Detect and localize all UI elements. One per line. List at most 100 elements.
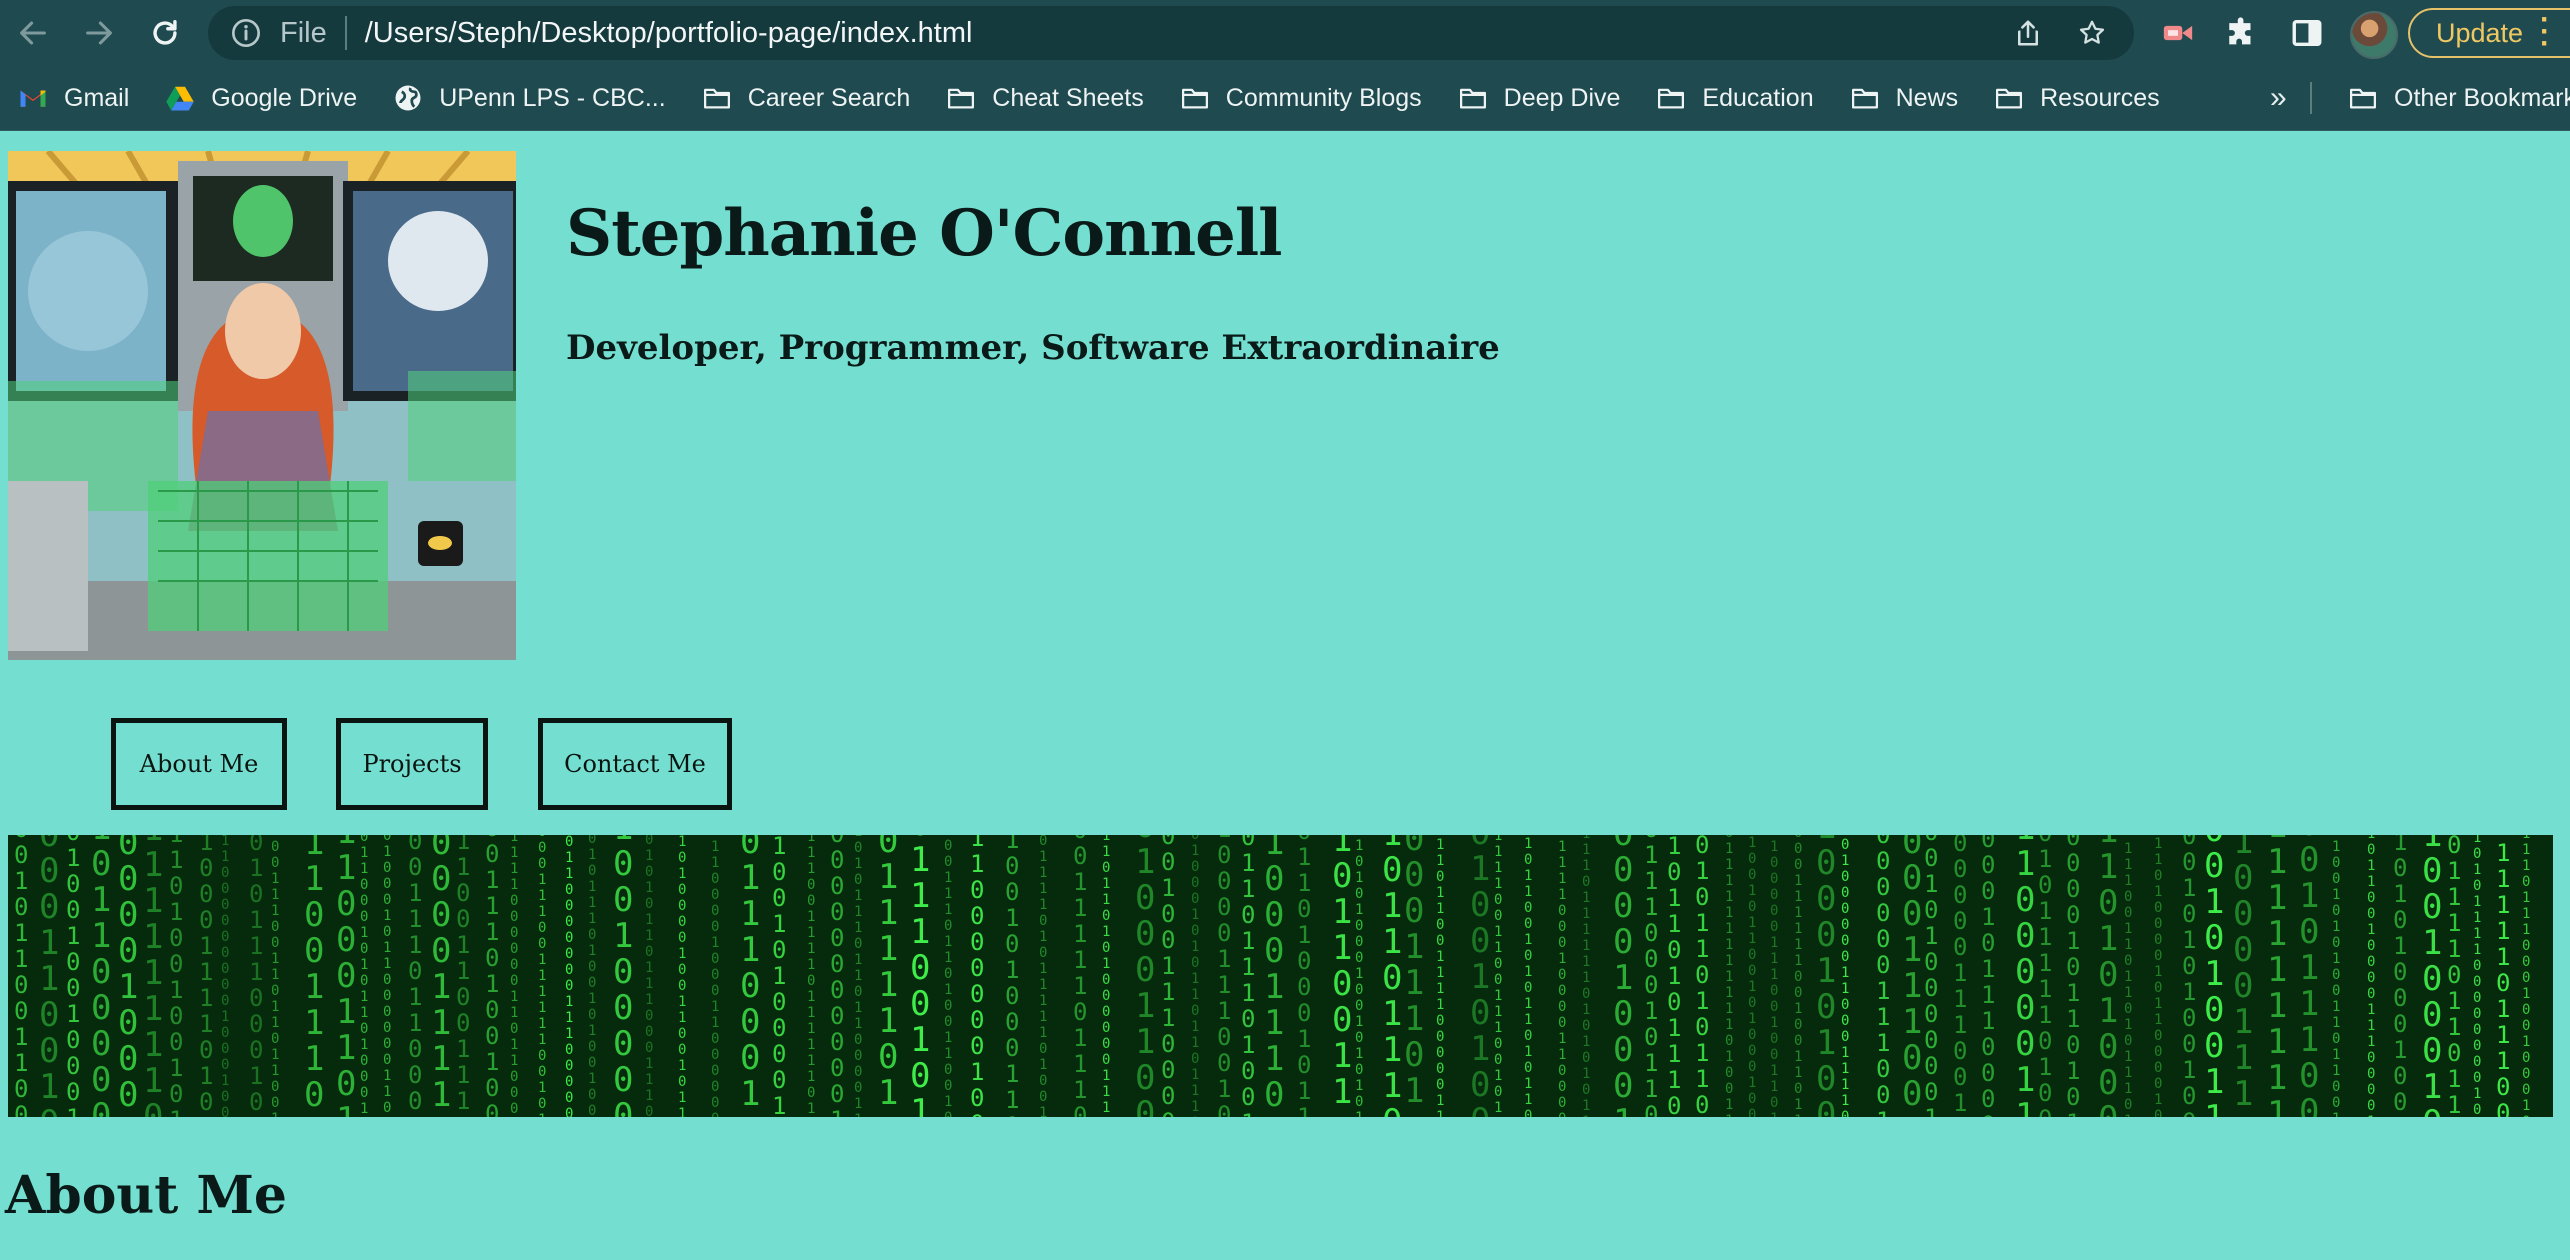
svg-text:01111101: 01111101 [878,835,898,1113]
nav-about-me-button[interactable]: About Me [111,718,287,810]
matrix-code-banner: 001011001100 000110010 010010010001 1011000… [8,835,2553,1117]
svg-text:110000000100: 110000000100 [970,835,984,1117]
section-heading-about-me: About Me [5,1165,287,1226]
extension-button[interactable] [2146,0,2210,66]
url-text[interactable]: /Users/Steph/Desktop/portfolio-page/inde… [365,17,973,50]
forward-button[interactable] [66,0,132,66]
bookmark-folder-deep-dive[interactable]: Deep Dive [1440,66,1639,130]
bookmark-gmail[interactable]: Gmail [0,66,147,130]
svg-text:101010001001010101: 101010001001010101 [1355,838,1363,1117]
folder-icon [1996,88,2023,109]
folder-icon [1658,88,1685,109]
svg-text:0101011011100011100: 0101011011100011100 [645,835,653,1117]
address-bar[interactable]: File /Users/Steph/Desktop/portfolio-page… [208,6,2134,60]
gmail-icon [20,90,46,107]
svg-text:110001101: 110001101 [336,835,356,1117]
profile-illustration [8,151,516,660]
svg-text:11001100111: 11001100111 [456,835,470,1115]
svg-text:1010111011011000011: 1010111011011000011 [854,835,862,1117]
svg-text:00111011000: 00111011000 [408,835,422,1115]
svg-text:000000111001: 000000111001 [1876,835,1890,1117]
svg-text:000000000001: 000000000001 [830,835,844,1117]
bookmark-folder-community-blogs[interactable]: Community Blogs [1162,66,1440,130]
svg-text:000101110000: 000101110000 [1981,835,1995,1117]
svg-text:10110011: 10110011 [1332,835,1352,1112]
page-subtitle: Developer, Programmer, Software Extraord… [566,328,1500,368]
folder-icon [2350,88,2376,109]
svg-text:110100100101: 110100100101 [169,835,183,1117]
svg-text:011010001011: 011010001011 [1297,835,1311,1117]
svg-text:1011001000011100001: 1011001000011100001 [2367,835,2375,1117]
bookmark-label: Gmail [64,83,130,112]
bookmarks-bar: Gmail Google Drive UPenn LPS - CBC... Ca… [0,66,2570,131]
side-panel-icon [2292,19,2322,47]
svg-text:00001000: 00001000 [118,835,138,1115]
extensions-menu-button[interactable] [2210,0,2274,66]
bookmark-folder-career-search[interactable]: Career Search [684,66,929,130]
profile-avatar[interactable] [2350,11,2398,59]
svg-text:001011100: 001011100 [2299,835,2319,1117]
svg-text:1110011110111111011: 1110011110111111011 [807,835,815,1117]
svg-text:110110011110000011: 110110011110000011 [1436,837,1444,1117]
svg-text:1111000000110110000: 1111000000110110000 [510,835,518,1117]
bookmark-folder-cheat-sheets[interactable]: Cheat Sheets [928,66,1162,130]
svg-text:001011001100: 001011001100 [14,835,28,1117]
svg-text:1110111000100100010: 1110111000100100010 [2522,835,2530,1117]
more-options-icon[interactable]: · · · [2540,5,2550,59]
svg-text:0100010101101101111: 0100010101101101111 [1191,835,1199,1117]
svg-text:0111101011111010010: 0111101011111010010 [1039,835,1047,1117]
svg-text:0001110011111100101: 0001110011111100101 [538,835,546,1117]
folder-icon [1181,88,1208,109]
more-bookmarks-button[interactable]: » [2270,66,2287,130]
svg-text:00000111001: 00000111001 [1953,835,1967,1117]
bookmark-label: Resources [2040,83,2160,112]
other-bookmarks-folder[interactable]: Other Bookmarks [2330,66,2570,130]
bookmark-upenn[interactable]: UPenn LPS - CBC... [375,66,683,130]
reload-button[interactable] [132,0,198,66]
svg-text:101100000: 101100000 [91,835,111,1117]
folder-icon [1851,88,1878,109]
svg-text:000010110101: 000010110101 [2066,835,2080,1117]
svg-text:00011101: 00011101 [1404,835,1424,1111]
svg-text:10010100001: 10010100001 [772,835,786,1117]
back-button[interactable] [0,0,66,66]
svg-text:100001110010: 100001110010 [1217,835,1231,1117]
bookmark-label: Google Drive [211,83,358,112]
svg-text:01011010110: 01011010110 [1695,835,1709,1117]
page-title: Stephanie O'Connell [566,196,1282,271]
address-divider [344,16,347,50]
bookmark-folder-news[interactable]: News [1832,66,1977,130]
bookmark-folder-education[interactable]: Education [1638,66,1831,130]
svg-text:1001110011011011001: 1001110011011011001 [271,835,279,1117]
bookmark-label: UPenn LPS - CBC... [439,83,666,112]
nav-contact-me-button[interactable]: Contact Me [538,718,732,810]
bookmark-folder-resources[interactable]: Resources [1976,66,2178,130]
browser-toolbar: File /Users/Steph/Desktop/portfolio-page… [0,0,2570,66]
nav-projects-button[interactable]: Projects [336,718,488,810]
svg-text:1111001100111001011: 1111001100111001011 [1494,835,1502,1117]
svg-text:100010100: 100010100 [1816,835,1836,1117]
svg-text:1010111100000000101: 1010111100000000101 [2473,835,2481,1117]
svg-text:110000011: 110000011 [2015,835,2035,1117]
svg-text:0001111110010011011: 0001111110010011011 [1794,835,1802,1117]
svg-text:1100000111001001101: 1100000111001001101 [1770,835,1778,1117]
svg-text:001110100100: 001110100100 [485,835,499,1117]
svg-text:010010010001: 010010010001 [66,835,80,1117]
update-label: Update [2436,17,2524,48]
svg-text:000010001: 000010001 [1613,835,1633,1117]
svg-text:1010000100110010110: 1010000100110010110 [678,835,686,1117]
bookmark-label: News [1895,83,1959,112]
bookmark-star-button[interactable] [2060,6,2124,60]
svg-text:000110010: 000110010 [39,835,59,1117]
bookmark-google-drive[interactable]: Google Drive [147,66,375,130]
svg-text:111111110: 111111110 [143,835,163,1117]
svg-text:001010100100: 001010100100 [2182,835,2196,1117]
svg-text:101101110: 101101110 [1382,835,1402,1117]
svg-text:0101110100101001000: 0101110100101001000 [588,835,596,1117]
svg-text:010001100: 010001100 [1135,835,1155,1117]
info-icon[interactable] [230,17,262,49]
svg-text:10110101110: 10110101110 [1667,835,1681,1117]
share-button[interactable] [1996,6,2060,60]
side-panel-button[interactable] [2275,0,2339,66]
svg-text:110100001011000010: 110100001011000010 [2154,836,2162,1117]
